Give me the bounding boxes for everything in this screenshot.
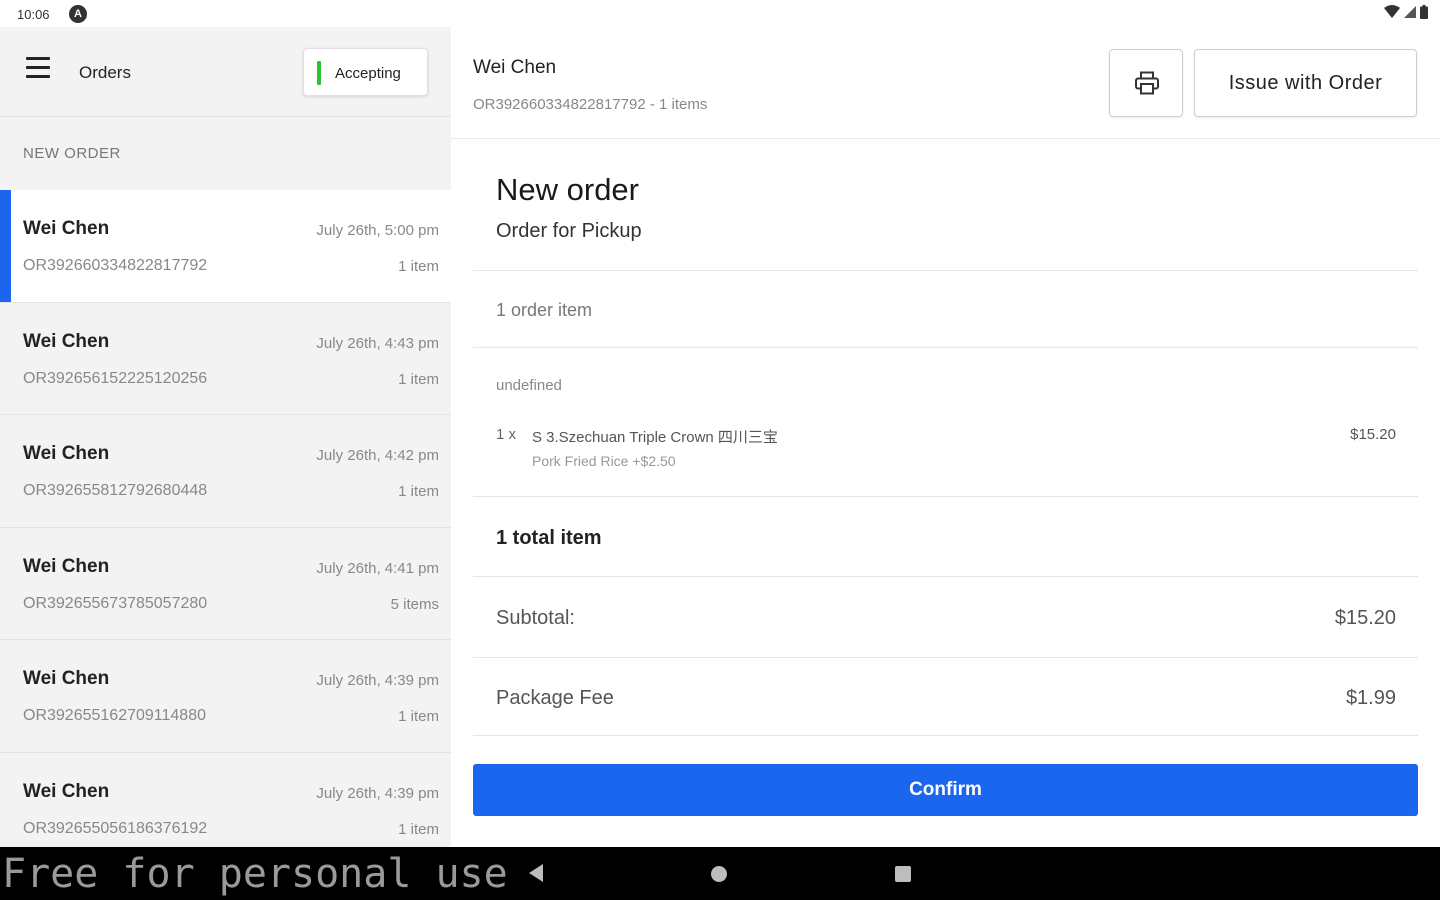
- order-item-count-label: 1 order item: [496, 300, 593, 320]
- back-icon[interactable]: [527, 863, 545, 883]
- battery-icon: [1420, 5, 1428, 19]
- order-detail-panel: Wei Chen OR392660334822817792 - 1 items …: [451, 27, 1440, 847]
- order-customer-name: Wei Chen: [23, 780, 110, 802]
- order-list-item[interactable]: Wei Chen OR392660334822817792 July 26th,…: [0, 190, 451, 303]
- printer-icon: [1135, 71, 1159, 95]
- detail-customer-name: Wei Chen: [473, 57, 557, 78]
- detail-order-summary: OR392660334822817792 - 1 items: [473, 96, 708, 113]
- package-fee-value: $1.99: [1345, 687, 1396, 709]
- order-item-count: 1 item: [398, 483, 439, 500]
- home-icon[interactable]: [711, 866, 727, 882]
- recent-apps-icon[interactable]: [895, 866, 911, 882]
- line-item-modifier: Pork Fried Rice +$2.50: [532, 453, 676, 469]
- order-item-count: 1 item: [398, 258, 439, 275]
- order-detail-header: Wei Chen OR392660334822817792 - 1 items …: [451, 27, 1440, 139]
- total-items: 1 total item: [496, 527, 602, 549]
- line-item-name: S 3.Szechuan Triple Crown 四川三宝: [532, 429, 778, 446]
- watermark-text: Free for personal use: [2, 851, 508, 897]
- status-time: 10:06: [17, 7, 50, 22]
- accepting-toggle[interactable]: Accepting: [303, 48, 428, 96]
- divider: [473, 496, 1418, 497]
- print-button[interactable]: [1109, 49, 1183, 117]
- order-list: Wei Chen OR392660334822817792 July 26th,…: [0, 190, 451, 847]
- order-id: OR392655056186376192: [23, 819, 208, 837]
- divider: [473, 735, 1418, 736]
- order-list-item[interactable]: Wei Chen OR392655812792680448 July 26th,…: [0, 415, 451, 528]
- accepting-label: Accepting: [335, 65, 401, 82]
- order-list-item[interactable]: Wei Chen OR392656152225120256 July 26th,…: [0, 303, 451, 415]
- line-item-quantity: 1 x: [496, 426, 517, 443]
- accepting-status-indicator: [317, 61, 321, 85]
- order-time: July 26th, 4:41 pm: [316, 559, 439, 577]
- app-root: 10:06 A Orders Accepting NEW ORDER Wei C…: [0, 0, 1440, 900]
- menu-icon[interactable]: [26, 57, 56, 85]
- package-fee-label: Package Fee: [496, 687, 614, 709]
- order-id: OR392655162709114880: [23, 707, 206, 724]
- wifi-icon: [1384, 5, 1400, 18]
- order-type: Order for Pickup: [496, 220, 642, 242]
- order-id: OR392655673785057280: [23, 594, 208, 612]
- confirm-button[interactable]: Confirm: [473, 764, 1418, 816]
- order-customer-name: Wei Chen: [23, 668, 110, 689]
- order-status-title: New order: [496, 172, 639, 207]
- order-time: July 26th, 4:39 pm: [316, 784, 439, 802]
- order-time: July 26th, 4:42 pm: [316, 447, 439, 464]
- order-customer-name: Wei Chen: [23, 443, 110, 464]
- order-customer-name: Wei Chen: [23, 218, 110, 239]
- line-item-price: $15.20: [1350, 426, 1396, 443]
- order-list-item[interactable]: Wei Chen OR392655673785057280 July 26th,…: [0, 528, 451, 640]
- order-item-count: 1 item: [398, 708, 439, 725]
- order-id: OR392660334822817792: [23, 257, 208, 274]
- orders-title: Orders: [79, 63, 131, 82]
- subtotal-value: $15.20: [1334, 607, 1396, 629]
- order-item-count: 5 items: [390, 595, 439, 613]
- divider: [473, 270, 1418, 271]
- order-customer-name: Wei Chen: [23, 330, 110, 352]
- status-icons: [1384, 5, 1428, 19]
- status-bar: 10:06 A: [0, 0, 1440, 27]
- order-id: OR392656152225120256: [23, 369, 208, 387]
- order-item-count: 1 item: [398, 820, 439, 838]
- divider: [473, 576, 1418, 577]
- orders-header: Orders Accepting: [0, 27, 451, 117]
- item-category: undefined: [496, 377, 562, 394]
- order-time: July 26th, 4:39 pm: [316, 672, 439, 689]
- section-label-new-order: NEW ORDER: [23, 145, 121, 162]
- order-item-count: 1 item: [398, 370, 439, 388]
- order-customer-name: Wei Chen: [23, 555, 110, 577]
- order-time: July 26th, 4:43 pm: [316, 334, 439, 352]
- order-id: OR392655812792680448: [23, 482, 208, 499]
- issue-with-order-button[interactable]: Issue with Order: [1194, 49, 1417, 117]
- signal-icon: [1404, 6, 1416, 18]
- divider: [473, 347, 1418, 348]
- subtotal-label: Subtotal:: [496, 607, 575, 629]
- divider: [473, 657, 1418, 658]
- navigation-bar: Free for personal use: [0, 847, 1440, 900]
- notification-icon: A: [69, 5, 87, 23]
- orders-panel: Orders Accepting NEW ORDER Wei Chen OR39…: [0, 27, 451, 847]
- order-time: July 26th, 5:00 pm: [316, 222, 439, 239]
- order-list-item[interactable]: Wei Chen OR392655162709114880 July 26th,…: [0, 640, 451, 753]
- order-list-item[interactable]: Wei Chen OR392655056186376192 July 26th,…: [0, 753, 451, 848]
